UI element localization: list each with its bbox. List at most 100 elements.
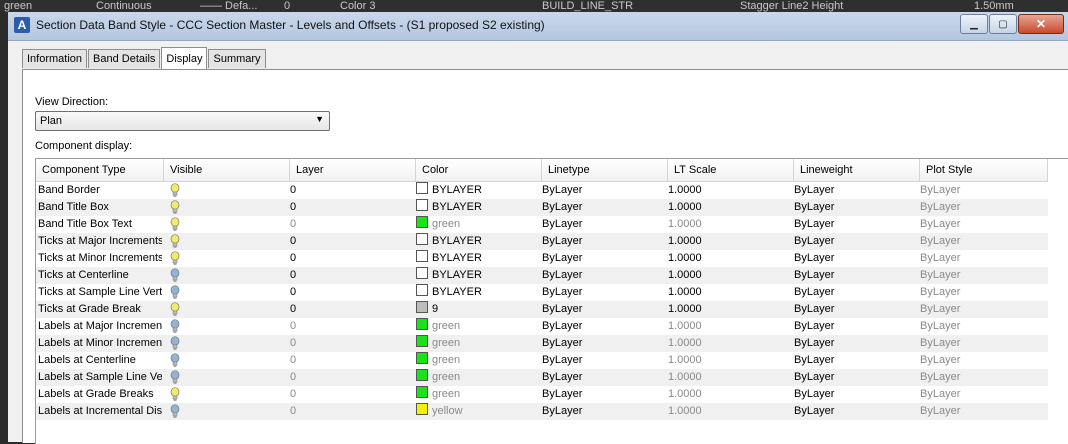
lt-scale-cell[interactable]: 1.0000 xyxy=(668,369,792,386)
lineweight-cell[interactable]: ByLayer xyxy=(794,403,918,420)
lightbulb-on-icon[interactable] xyxy=(170,251,180,266)
lt-scale-cell[interactable]: 1.0000 xyxy=(668,352,792,369)
color-cell[interactable]: BYLAYER xyxy=(416,267,540,284)
plot-style-cell[interactable]: ByLayer xyxy=(920,301,1046,318)
layer-cell[interactable]: 0 xyxy=(290,250,414,267)
plot-style-cell[interactable]: ByLayer xyxy=(920,284,1046,301)
lt-scale-cell[interactable]: 1.0000 xyxy=(668,199,792,216)
lightbulb-off-icon[interactable] xyxy=(170,404,180,419)
plot-style-cell[interactable]: ByLayer xyxy=(920,403,1046,420)
plot-style-cell[interactable]: ByLayer xyxy=(920,386,1046,403)
lineweight-cell[interactable]: ByLayer xyxy=(794,352,918,369)
linetype-cell[interactable]: ByLayer xyxy=(542,318,666,335)
color-cell[interactable]: green xyxy=(416,216,540,233)
lightbulb-on-icon[interactable] xyxy=(170,200,180,215)
visible-cell[interactable] xyxy=(164,301,288,318)
lineweight-cell[interactable]: ByLayer xyxy=(794,199,918,216)
color-cell[interactable]: green xyxy=(416,335,540,352)
visible-cell[interactable] xyxy=(164,199,288,216)
close-button[interactable]: ✕ xyxy=(1018,14,1064,34)
layer-cell[interactable]: 0 xyxy=(290,369,414,386)
lineweight-cell[interactable]: ByLayer xyxy=(794,233,918,250)
visible-cell[interactable] xyxy=(164,284,288,301)
color-cell[interactable]: green xyxy=(416,352,540,369)
visible-cell[interactable] xyxy=(164,369,288,386)
color-cell[interactable]: BYLAYER xyxy=(416,182,540,199)
visible-cell[interactable] xyxy=(164,386,288,403)
plot-style-cell[interactable]: ByLayer xyxy=(920,267,1046,284)
lt-scale-cell[interactable]: 1.0000 xyxy=(668,301,792,318)
component-type-cell[interactable]: Labels at Grade Breaks xyxy=(38,386,162,403)
table-row[interactable]: Labels at Sample Line Vert 0 green ByLayer 1… xyxy=(36,369,1048,386)
linetype-cell[interactable]: ByLayer xyxy=(542,403,666,420)
minimize-button[interactable]: ▁ xyxy=(960,14,988,34)
table-row[interactable]: Labels at Centerline 0 green ByLayer 1.0000 B… xyxy=(36,352,1048,369)
linetype-cell[interactable]: ByLayer xyxy=(542,284,666,301)
plot-style-cell[interactable]: ByLayer xyxy=(920,233,1046,250)
tab-information[interactable]: Information xyxy=(22,49,88,68)
component-type-cell[interactable]: Labels at Sample Line Vert xyxy=(38,369,162,386)
lineweight-cell[interactable]: ByLayer xyxy=(794,386,918,403)
plot-style-cell[interactable]: ByLayer xyxy=(920,250,1046,267)
linetype-cell[interactable]: ByLayer xyxy=(542,369,666,386)
layer-cell[interactable]: 0 xyxy=(290,267,414,284)
layer-cell[interactable]: 0 xyxy=(290,199,414,216)
component-type-cell[interactable]: Ticks at Major Increments xyxy=(38,233,162,250)
lt-scale-cell[interactable]: 1.0000 xyxy=(668,267,792,284)
visible-cell[interactable] xyxy=(164,182,288,199)
table-row[interactable]: Ticks at Sample Line Verte 0 BYLAYER ByLaye… xyxy=(36,284,1048,301)
plot-style-cell[interactable]: ByLayer xyxy=(920,335,1046,352)
table-row[interactable]: Band Border 0 BYLAYER ByLayer 1.0000 ByLayer B… xyxy=(36,182,1048,199)
lightbulb-on-icon[interactable] xyxy=(170,234,180,249)
linetype-cell[interactable]: ByLayer xyxy=(542,352,666,369)
color-cell[interactable]: BYLAYER xyxy=(416,284,540,301)
lightbulb-on-icon[interactable] xyxy=(170,387,180,402)
color-cell[interactable]: BYLAYER xyxy=(416,250,540,267)
linetype-cell[interactable]: ByLayer xyxy=(542,182,666,199)
plot-style-cell[interactable]: ByLayer xyxy=(920,199,1046,216)
table-row[interactable]: Labels at Grade Breaks 0 green ByLayer 1.000… xyxy=(36,386,1048,403)
component-type-cell[interactable]: Ticks at Minor Increments xyxy=(38,250,162,267)
lineweight-cell[interactable]: ByLayer xyxy=(794,267,918,284)
component-type-cell[interactable]: Ticks at Centerline xyxy=(38,267,162,284)
layer-cell[interactable]: 0 xyxy=(290,352,414,369)
plot-style-cell[interactable]: ByLayer xyxy=(920,352,1046,369)
component-type-cell[interactable]: Labels at Minor Increment xyxy=(38,335,162,352)
color-cell[interactable]: 9 xyxy=(416,301,540,318)
color-cell[interactable]: yellow xyxy=(416,403,540,420)
lightbulb-off-icon[interactable] xyxy=(170,336,180,351)
linetype-cell[interactable]: ByLayer xyxy=(542,250,666,267)
component-type-cell[interactable]: Ticks at Sample Line Verte xyxy=(38,284,162,301)
column-header-component-type[interactable]: Component Type xyxy=(36,159,164,181)
lt-scale-cell[interactable]: 1.0000 xyxy=(668,250,792,267)
table-row[interactable]: Ticks at Grade Break 0 9 ByLayer 1.0000 ByLay… xyxy=(36,301,1048,318)
table-row[interactable]: Labels at Major Increment 0 green ByLayer 1.… xyxy=(36,318,1048,335)
plot-style-cell[interactable]: ByLayer xyxy=(920,182,1046,199)
linetype-cell[interactable]: ByLayer xyxy=(542,199,666,216)
plot-style-cell[interactable]: ByLayer xyxy=(920,318,1046,335)
layer-cell[interactable]: 0 xyxy=(290,386,414,403)
linetype-cell[interactable]: ByLayer xyxy=(542,386,666,403)
title-bar[interactable]: A Section Data Band Style - CCC Section … xyxy=(8,12,1068,41)
view-direction-select[interactable]: Plan ▼ xyxy=(35,111,330,131)
column-header-lt-scale[interactable]: LT Scale xyxy=(668,159,794,181)
component-type-cell[interactable]: Labels at Centerline xyxy=(38,352,162,369)
visible-cell[interactable] xyxy=(164,352,288,369)
lineweight-cell[interactable]: ByLayer xyxy=(794,369,918,386)
lightbulb-on-icon[interactable] xyxy=(170,183,180,198)
visible-cell[interactable] xyxy=(164,267,288,284)
lineweight-cell[interactable]: ByLayer xyxy=(794,250,918,267)
column-header-plot-style[interactable]: Plot Style xyxy=(920,159,1048,181)
lt-scale-cell[interactable]: 1.0000 xyxy=(668,182,792,199)
lightbulb-off-icon[interactable] xyxy=(170,370,180,385)
lt-scale-cell[interactable]: 1.0000 xyxy=(668,386,792,403)
lightbulb-on-icon[interactable] xyxy=(170,217,180,232)
column-header-linetype[interactable]: Linetype xyxy=(542,159,668,181)
visible-cell[interactable] xyxy=(164,233,288,250)
tab-summary[interactable]: Summary xyxy=(208,49,266,68)
column-header-lineweight[interactable]: Lineweight xyxy=(794,159,920,181)
layer-cell[interactable]: 0 xyxy=(290,301,414,318)
color-cell[interactable]: BYLAYER xyxy=(416,199,540,216)
linetype-cell[interactable]: ByLayer xyxy=(542,335,666,352)
linetype-cell[interactable]: ByLayer xyxy=(542,216,666,233)
